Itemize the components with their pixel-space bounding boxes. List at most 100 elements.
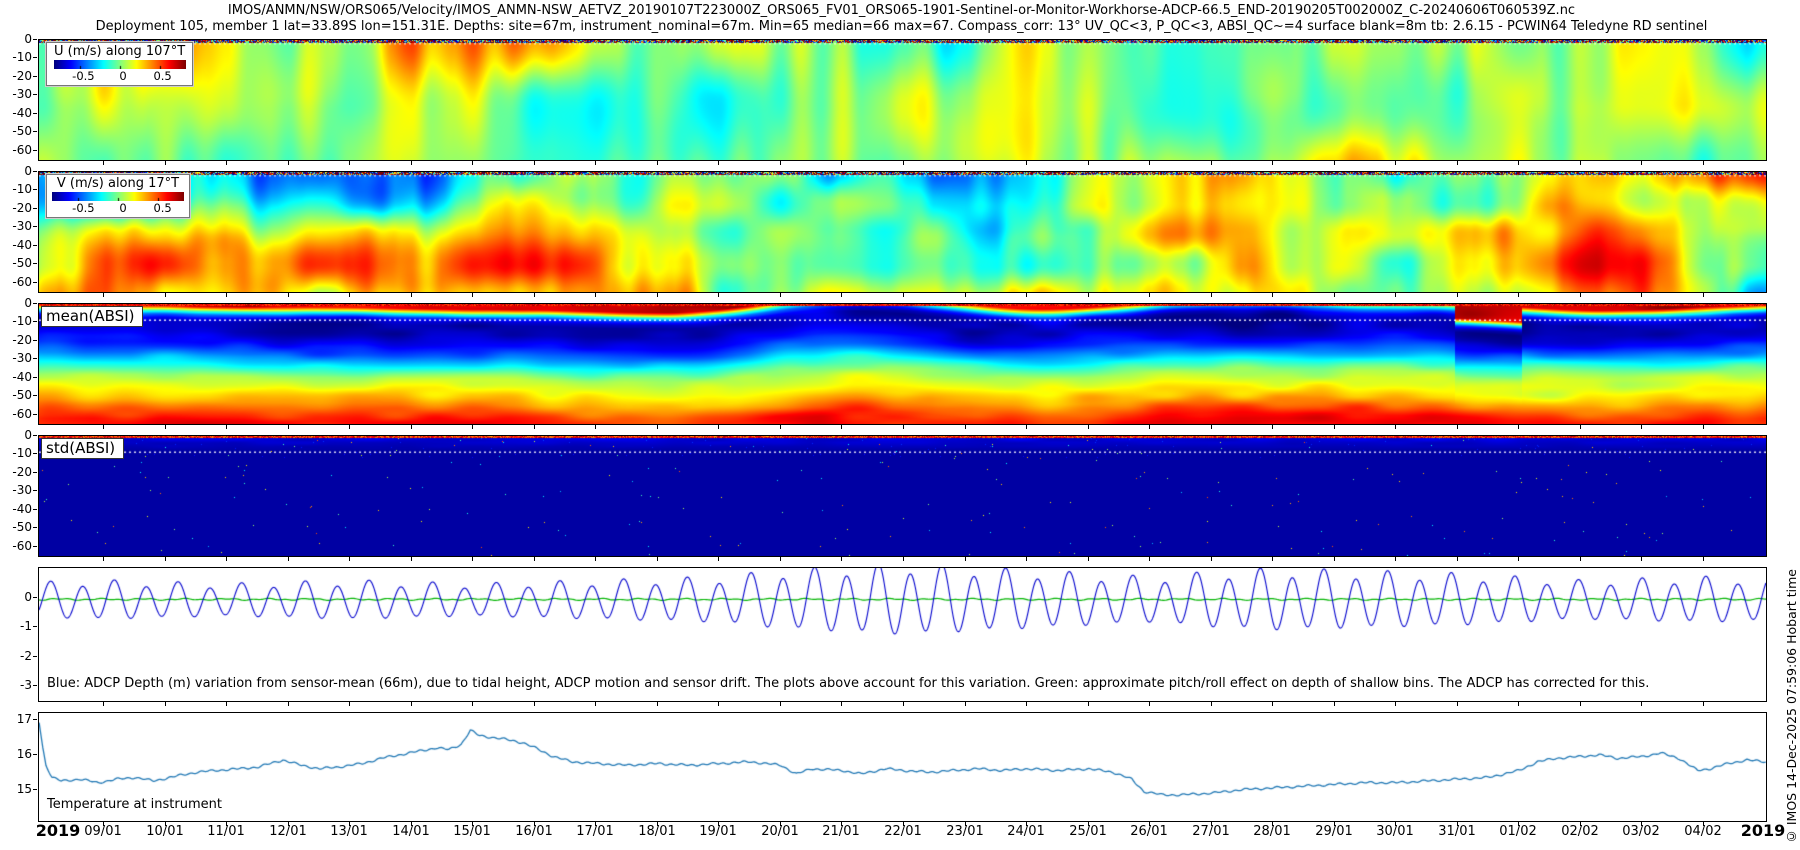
x-tick-mark <box>349 557 350 561</box>
x-date-label: 29/01 <box>1315 824 1353 839</box>
x-tick-mark <box>472 161 473 165</box>
x-tick-mark <box>1088 822 1089 826</box>
x-tick-mark <box>657 702 658 706</box>
u-legend-title: U (m/s) along 107°T <box>54 44 186 59</box>
x-tick-mark <box>288 161 289 165</box>
y-tick-mark <box>33 395 37 396</box>
y-tick-label: -60 <box>12 539 32 553</box>
x-tick-mark <box>103 702 104 706</box>
x-tick-mark <box>595 702 596 706</box>
x-date-label: 24/01 <box>1007 824 1045 839</box>
x-tick-mark <box>288 702 289 706</box>
x-tick-mark <box>1026 702 1027 706</box>
x-tick-mark <box>288 293 289 297</box>
x-tick-mark <box>288 425 289 429</box>
x-tick-mark <box>718 822 719 826</box>
x-tick-mark <box>903 557 904 561</box>
y-tick-mark <box>33 245 37 246</box>
colorbar-tick-label: 0 <box>119 69 127 83</box>
y-tick-mark <box>33 597 37 598</box>
x-tick-mark <box>657 822 658 826</box>
x-tick-mark <box>472 702 473 706</box>
x-tick-mark <box>1580 425 1581 429</box>
x-tick-mark <box>595 293 596 297</box>
x-tick-mark <box>349 822 350 826</box>
y-tick-label: -40 <box>12 502 32 516</box>
y-tick-label: -1 <box>20 619 32 633</box>
x-tick-mark <box>534 161 535 165</box>
x-tick-mark <box>1703 161 1704 165</box>
y-tick-mark <box>33 453 37 454</box>
y-tick-label: -10 <box>12 446 32 460</box>
x-tick-mark <box>1457 161 1458 165</box>
x-date-label: 22/01 <box>884 824 922 839</box>
panel-depth-variation: Blue: ADCP Depth (m) variation from sens… <box>38 567 1767 702</box>
x-tick-mark <box>1641 702 1642 706</box>
x-tick-mark <box>718 161 719 165</box>
y-tick-mark <box>33 282 37 283</box>
y-tick-label: -50 <box>12 388 32 402</box>
x-tick-mark <box>965 702 966 706</box>
y-tick-label: -3 <box>20 678 32 692</box>
x-tick-mark <box>841 822 842 826</box>
y-tick-label: -10 <box>12 182 32 196</box>
panel-v-velocity: V (m/s) along 17°T -0.5 0 0.5 <box>38 171 1767 293</box>
x-tick-mark <box>1395 557 1396 561</box>
x-tick-mark <box>1580 702 1581 706</box>
y-tick-mark <box>33 414 37 415</box>
x-tick-mark <box>1149 702 1150 706</box>
x-tick-mark <box>1457 293 1458 297</box>
x-tick-mark <box>1395 293 1396 297</box>
x-tick-mark <box>1641 557 1642 561</box>
x-tick-mark <box>226 161 227 165</box>
x-tick-mark <box>841 557 842 561</box>
x-tick-mark <box>1211 822 1212 826</box>
x-tick-mark <box>226 425 227 429</box>
y-tick-label: -60 <box>12 407 32 421</box>
x-tick-mark <box>103 425 104 429</box>
x-tick-mark <box>103 557 104 561</box>
x-tick-mark <box>165 557 166 561</box>
y-tick-label: -20 <box>12 333 32 347</box>
x-tick-mark <box>349 161 350 165</box>
x-date-label: 20/01 <box>761 824 799 839</box>
x-tick-mark <box>1334 822 1335 826</box>
x-tick-mark <box>903 293 904 297</box>
x-tick-mark <box>1457 557 1458 561</box>
u-colorbar <box>53 60 186 69</box>
x-tick-mark <box>165 425 166 429</box>
x-date-label: 23/01 <box>946 824 984 839</box>
x-tick-mark <box>903 702 904 706</box>
y-tick-mark <box>33 719 37 720</box>
x-tick-mark <box>288 557 289 561</box>
x-date-label: 26/01 <box>1130 824 1168 839</box>
panel-temperature: Temperature at instrument <box>38 712 1767 822</box>
x-tick-mark <box>1211 293 1212 297</box>
x-tick-mark <box>1026 557 1027 561</box>
y-tick-mark <box>33 76 37 77</box>
x-tick-mark <box>1703 702 1704 706</box>
y-tick-label: -10 <box>12 314 32 328</box>
x-tick-mark <box>1088 161 1089 165</box>
y-tick-mark <box>33 131 37 132</box>
x-tick-mark <box>780 557 781 561</box>
y-tick-label: -30 <box>12 87 32 101</box>
y-tick-label: -50 <box>12 124 32 138</box>
x-tick-mark <box>1580 161 1581 165</box>
x-tick-mark <box>841 702 842 706</box>
x-tick-mark <box>1580 293 1581 297</box>
y-tick-mark <box>33 189 37 190</box>
imos-watermark: © IMOS 14-Dec-2025 07:59:06 Hobart time <box>1784 568 1799 844</box>
x-tick-mark <box>1518 293 1519 297</box>
y-tick-label: -50 <box>12 520 32 534</box>
x-date-label: 17/01 <box>576 824 614 839</box>
x-tick-mark <box>841 293 842 297</box>
v-colorbar-legend: V (m/s) along 17°T -0.5 0 0.5 <box>46 174 190 218</box>
x-tick-mark <box>472 293 473 297</box>
x-tick-mark <box>1457 822 1458 826</box>
x-tick-mark <box>1703 557 1704 561</box>
x-tick-mark <box>965 161 966 165</box>
x-tick-mark <box>718 557 719 561</box>
x-tick-mark <box>472 425 473 429</box>
y-tick-label: -20 <box>12 201 32 215</box>
